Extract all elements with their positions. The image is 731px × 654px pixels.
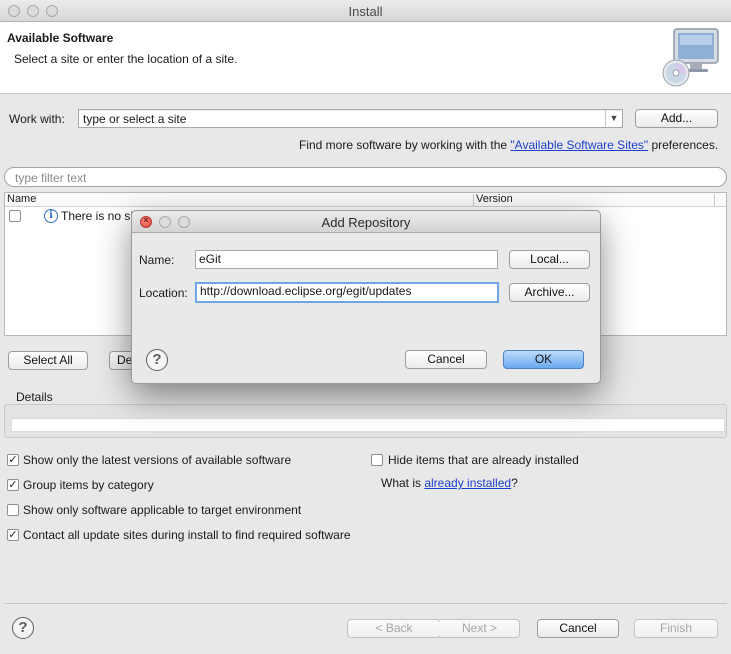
column-version-header[interactable]: Version xyxy=(476,193,513,205)
location-label: Location: xyxy=(139,286,188,300)
find-more-suffix: preferences. xyxy=(648,138,719,152)
location-field[interactable]: http://download.eclipse.org/egit/updates xyxy=(195,282,499,303)
tree-header: Name Version xyxy=(5,193,726,207)
cd-monitor-icon xyxy=(662,28,719,87)
dialog-title: Add Repository xyxy=(321,215,411,230)
filter-placeholder: type filter text xyxy=(15,171,87,185)
add-repository-dialog[interactable]: × Add Repository Name: eGit Local... Loc… xyxy=(131,210,601,384)
name-field[interactable]: eGit xyxy=(195,250,498,269)
hide-installed-checkbox[interactable] xyxy=(371,454,383,466)
group-items-label: Group items by category xyxy=(23,478,154,492)
find-more-text: Find more software by working with the "… xyxy=(299,138,718,152)
column-divider[interactable] xyxy=(473,194,474,206)
what-is-installed-text: What is already installed? xyxy=(381,476,518,490)
footer-separator xyxy=(4,603,727,604)
show-latest-label: Show only the latest versions of availab… xyxy=(23,453,292,467)
dialog-cancel-button[interactable]: Cancel xyxy=(405,350,487,369)
add-site-button[interactable]: Add... xyxy=(635,109,718,128)
contact-sites-label: Contact all update sites during install … xyxy=(23,528,351,542)
column-divider[interactable] xyxy=(714,194,715,206)
group-items-checkbox[interactable]: ✓ xyxy=(7,479,19,491)
name-label: Name: xyxy=(139,253,175,267)
available-software-sites-link[interactable]: "Available Software Sites" xyxy=(510,138,648,152)
show-applicable-checkbox[interactable] xyxy=(7,504,19,516)
help-icon[interactable]: ? xyxy=(12,617,34,639)
local-button[interactable]: Local... xyxy=(509,250,590,269)
page-title: Available Software xyxy=(7,31,114,45)
show-applicable-label: Show only software applicable to target … xyxy=(23,503,302,517)
cancel-button[interactable]: Cancel xyxy=(537,619,619,638)
what-is-prefix: What is xyxy=(381,476,425,490)
archive-button[interactable]: Archive... xyxy=(509,283,590,302)
finish-button[interactable]: Finish xyxy=(634,619,718,638)
what-is-suffix: ? xyxy=(511,476,518,490)
dialog-titlebar: × Add Repository xyxy=(132,211,600,233)
tree-row-message: There is no si xyxy=(61,209,134,223)
wizard-header: Available Software Select a site or ente… xyxy=(0,22,731,94)
show-latest-checkbox[interactable]: ✓ xyxy=(7,454,19,466)
dropdown-arrow-icon[interactable]: ▼ xyxy=(605,110,622,127)
details-label: Details xyxy=(16,390,53,404)
select-all-button[interactable]: Select All xyxy=(8,351,88,370)
work-with-combo[interactable]: type or select a site ▼ xyxy=(78,109,623,128)
help-icon[interactable]: ? xyxy=(146,349,168,371)
tree-row-checkbox[interactable] xyxy=(9,210,21,222)
filter-input[interactable]: type filter text xyxy=(4,167,727,187)
dialog-ok-button[interactable]: OK xyxy=(503,350,584,369)
window-title: Install xyxy=(348,4,383,19)
work-with-value: type or select a site xyxy=(83,112,187,126)
back-button[interactable]: < Back xyxy=(347,619,441,638)
hide-installed-label: Hide items that are already installed xyxy=(388,453,579,467)
work-with-label: Work with: xyxy=(9,112,65,126)
window-titlebar: Install xyxy=(0,0,731,22)
column-name-header[interactable]: Name xyxy=(7,193,36,205)
next-button[interactable]: Next > xyxy=(440,619,520,638)
details-group xyxy=(4,404,727,438)
contact-sites-checkbox[interactable]: ✓ xyxy=(7,529,19,541)
already-installed-link[interactable]: already installed xyxy=(424,476,511,490)
info-icon: i xyxy=(44,209,58,223)
page-description: Select a site or enter the location of a… xyxy=(14,52,238,66)
details-text-area[interactable] xyxy=(11,418,725,432)
find-more-prefix: Find more software by working with the xyxy=(299,138,511,152)
